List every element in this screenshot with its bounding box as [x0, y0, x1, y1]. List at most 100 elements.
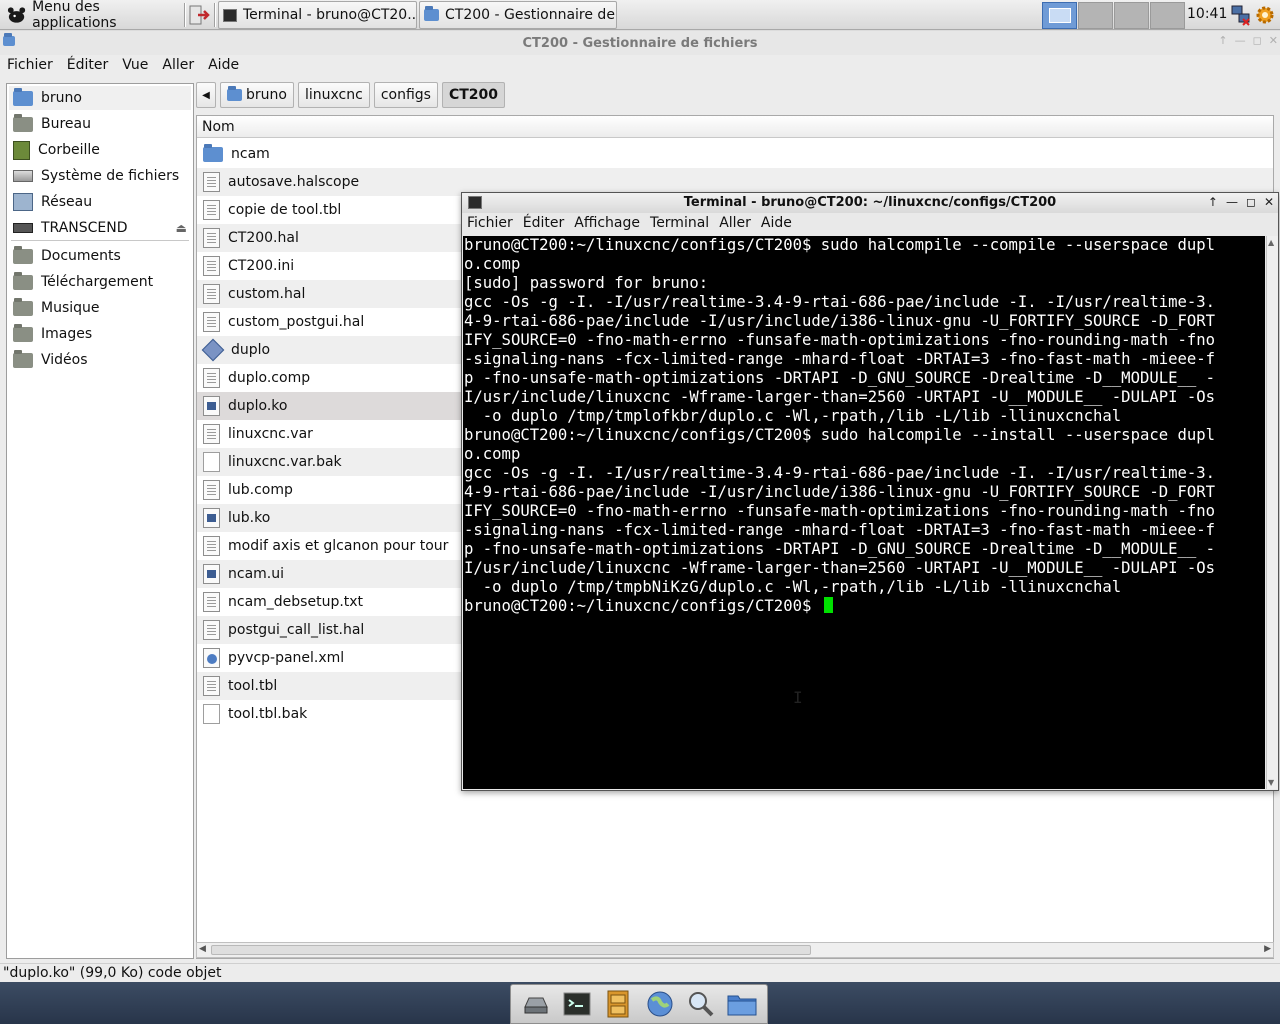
file-name: pyvcp-panel.xml [228, 650, 345, 666]
file-name: duplo.comp [228, 370, 311, 386]
menu-fichier[interactable]: Fichier [0, 55, 60, 77]
eject-icon[interactable]: ⏏ [176, 221, 187, 235]
sidebar-item-musique[interactable]: Musique [9, 296, 191, 320]
terminal-line: I/usr/include/linuxcnc -Wframe-larger-th… [464, 388, 1216, 406]
terminal-icon[interactable] [562, 989, 592, 1019]
minimize-button[interactable]: — [1226, 195, 1238, 209]
terminal-scrollbar[interactable]: ▲ ▼ [1266, 236, 1278, 789]
sidebar-item-label: Corbeille [38, 142, 100, 158]
terminal-cursor [823, 597, 833, 613]
taskbar-terminal[interactable]: Terminal - bruno@CT20... [218, 1, 417, 29]
sidebar-item-label: Musique [41, 300, 100, 316]
path-bar: ◀ bruno linuxcnc configs CT200 [196, 82, 506, 108]
documents-folder-icon [13, 245, 33, 264]
terminal-menu-aide[interactable]: Aide [756, 213, 797, 235]
workspace-1[interactable] [1042, 2, 1077, 29]
web-browser-icon[interactable] [645, 989, 675, 1019]
path-button-bruno[interactable]: bruno [220, 82, 294, 108]
scroll-up-arrow-icon[interactable]: ▲ [1268, 238, 1274, 247]
usb-drive-icon [13, 223, 33, 233]
file-cabinet-icon[interactable] [603, 989, 633, 1019]
applications-menu-button[interactable]: Menu des applications [2, 0, 182, 31]
file-name: postgui_call_list.hal [228, 622, 365, 638]
sidebar-divider [11, 240, 189, 241]
sidebar-item-label: Système de fichiers [41, 168, 180, 184]
workspace-4[interactable] [1150, 2, 1185, 29]
file-manager-icon[interactable] [727, 989, 757, 1019]
settings-gear-icon[interactable] [1254, 3, 1276, 27]
scroll-down-arrow-icon[interactable]: ▼ [1268, 778, 1274, 787]
column-header-nom[interactable]: Nom [197, 116, 1273, 138]
terminal-titlebar[interactable]: Terminal - bruno@CT200: ~/linuxcnc/confi… [462, 193, 1278, 213]
terminal-menu-affichage[interactable]: Affichage [569, 213, 645, 235]
sidebar-item-reseau[interactable]: Réseau [9, 190, 191, 214]
sidebar-item-images[interactable]: Images [9, 322, 191, 346]
file-name: lub.comp [228, 482, 293, 498]
terminal-output[interactable]: bruno@CT200:~/linuxcnc/configs/CT200$ su… [463, 236, 1265, 789]
path-scroll-left-button[interactable]: ◀ [196, 82, 216, 108]
scroll-left-arrow-icon[interactable]: ◀ [199, 944, 206, 954]
sidebar-item-documents[interactable]: Documents [9, 244, 191, 268]
close-button[interactable]: ✕ [1269, 34, 1278, 47]
logout-icon[interactable] [188, 4, 210, 26]
text-file-icon [203, 368, 220, 388]
sidebar-item-videos[interactable]: Vidéos [9, 348, 191, 372]
sidebar-item-telechargement[interactable]: Téléchargement [9, 270, 191, 294]
drive-icon[interactable] [521, 989, 551, 1019]
file-name: linuxcnc.var.bak [228, 454, 342, 470]
terminal-line: p -fno-unsafe-math-optimizations -DRTAPI… [464, 369, 1216, 387]
scrollbar-thumb[interactable] [211, 945, 811, 955]
file-name: tool.tbl.bak [228, 706, 308, 722]
terminal-menu-fichier[interactable]: Fichier [462, 213, 518, 235]
trash-icon [13, 140, 30, 160]
taskbar-file-manager[interactable]: CT200 - Gestionnaire de... [419, 1, 617, 29]
terminal-line: 4-9-rtai-686-pae/include -I/usr/include/… [464, 483, 1216, 501]
sidebar-item-bureau[interactable]: Bureau [9, 112, 191, 136]
menu-aide[interactable]: Aide [201, 55, 246, 77]
folder-icon [203, 143, 223, 162]
sidebar-item-label: TRANSCEND [41, 220, 128, 236]
search-icon[interactable] [686, 989, 716, 1019]
sidebar-item-corbeille[interactable]: Corbeille [9, 138, 191, 162]
path-button-configs[interactable]: configs [373, 82, 438, 108]
workspace-3[interactable] [1114, 2, 1149, 29]
network-status-icon[interactable] [1230, 3, 1252, 27]
maximize-button[interactable]: ◻ [1253, 34, 1262, 47]
minimize-button[interactable]: — [1235, 34, 1246, 47]
sidebar-item-systeme-de-fichiers[interactable]: Système de fichiers [9, 164, 191, 188]
file-row[interactable]: ncam [197, 140, 1273, 168]
binary-file-icon [203, 508, 220, 528]
path-button-label: configs [380, 87, 431, 103]
menu-editer[interactable]: Éditer [60, 55, 115, 77]
terminal-line: bruno@CT200:~/linuxcnc/configs/CT200$ su… [464, 236, 1216, 254]
terminal-menu-aller[interactable]: Aller [714, 213, 756, 235]
desktop-bottom [0, 982, 1280, 1024]
file-manager-title: CT200 - Gestionnaire de fichiers [522, 36, 758, 51]
sidebar-item-transcend[interactable]: TRANSCEND ⏏ [9, 216, 191, 240]
sidebar-item-bruno[interactable]: bruno [9, 86, 191, 110]
clock[interactable]: 10:41 [1187, 6, 1227, 22]
workspace-2[interactable] [1078, 2, 1113, 29]
path-button-label: bruno [246, 87, 287, 103]
sidebar-item-label: Documents [41, 248, 121, 264]
menu-vue[interactable]: Vue [115, 55, 155, 77]
shade-button[interactable]: ↑ [1208, 195, 1218, 209]
terminal-prompt: bruno@CT200:~/linuxcnc/configs/CT200$ [464, 597, 821, 615]
file-name: CT200.ini [228, 258, 295, 274]
path-button-ct200[interactable]: CT200 [441, 82, 506, 108]
path-button-linuxcnc[interactable]: linuxcnc [297, 82, 370, 108]
terminal-menu-terminal[interactable]: Terminal [645, 213, 714, 235]
terminal-menu-editer[interactable]: Éditer [518, 213, 569, 235]
terminal-line: -signaling-nans -fcx-limited-range -mhar… [464, 350, 1216, 368]
file-manager-titlebar[interactable]: CT200 - Gestionnaire de fichiers ↑ — ◻ ✕ [0, 31, 1280, 55]
terminal-line: -o duplo /tmp/tmplofkbr/duplo.c -Wl,-rpa… [464, 407, 1122, 425]
terminal-line: [sudo] password for bruno: [464, 274, 709, 292]
close-button[interactable]: ✕ [1264, 195, 1274, 209]
home-folder-icon [13, 87, 33, 106]
menu-aller[interactable]: Aller [155, 55, 201, 77]
maximize-button[interactable]: ◻ [1246, 195, 1256, 209]
shade-button[interactable]: ↑ [1218, 34, 1227, 47]
downloads-folder-icon [13, 271, 33, 290]
horizontal-scrollbar[interactable]: ◀ ▶ [196, 942, 1274, 958]
scroll-right-arrow-icon[interactable]: ▶ [1264, 944, 1271, 954]
